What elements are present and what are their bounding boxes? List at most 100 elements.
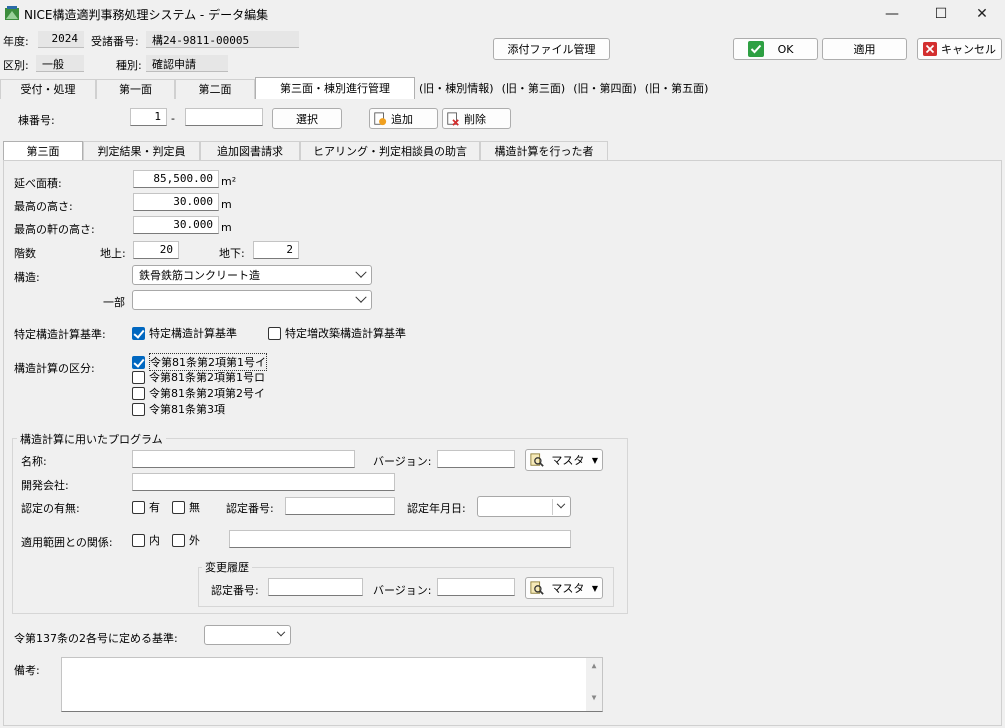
standard-opt1-checkbox[interactable]: 特定構造計算基準	[132, 325, 237, 341]
search-document-icon	[530, 581, 544, 595]
history-cert-label: 認定番号:	[211, 584, 259, 597]
tab-page1[interactable]: 第一面	[96, 79, 175, 99]
receipt-label: 受諸番号:	[91, 35, 139, 48]
tab-old-building-info[interactable]: (旧・棟別情報)	[415, 79, 498, 99]
subtab-additional-docs[interactable]: 追加図書請求	[200, 141, 300, 161]
floor-area-input[interactable]: 85,500.00	[133, 170, 219, 188]
max-height-label: 最高の高さ:	[14, 200, 73, 213]
scope-in-label: 内	[149, 534, 160, 547]
developer-input[interactable]	[132, 473, 395, 491]
article-dropdown[interactable]	[204, 625, 291, 645]
minimize-button[interactable]: —	[869, 0, 915, 28]
master-button[interactable]: マスタ ▼	[525, 449, 603, 471]
checkbox-icon	[132, 370, 145, 384]
certified-no-checkbox[interactable]: 無	[172, 499, 200, 515]
remarks-textarea[interactable]: ▲ ▼	[61, 657, 603, 712]
cert-number-input[interactable]	[285, 497, 395, 515]
select-button[interactable]: 選択	[272, 108, 342, 129]
checkbox-icon	[132, 533, 145, 547]
checkbox-checked-icon	[132, 355, 145, 369]
standard-opt2-checkbox[interactable]: 特定増改築構造計算基準	[268, 325, 406, 341]
eave-height-input[interactable]: 30.000	[133, 216, 219, 234]
history-cert-input[interactable]	[268, 578, 363, 596]
max-height-input[interactable]: 30.000	[133, 193, 219, 211]
dropdown-arrow-icon: ▼	[591, 455, 598, 465]
history-master-label: マスタ	[551, 582, 585, 595]
standard-opt2-label: 特定増改築構造計算基準	[285, 327, 406, 340]
history-version-input[interactable]	[437, 578, 515, 596]
certified-label: 認定の有無:	[21, 502, 80, 515]
ok-button[interactable]: OK	[733, 38, 818, 60]
attach-files-label: 添付ファイル管理	[507, 43, 596, 56]
tab-reception[interactable]: 受付・処理	[0, 79, 96, 99]
division-label: 区別:	[3, 59, 29, 72]
subtab-calculator[interactable]: 構造計算を行った者	[480, 141, 608, 161]
scope-in-checkbox[interactable]: 内	[132, 532, 160, 548]
program-version-input[interactable]	[437, 450, 515, 468]
floor-area-unit: m²	[221, 175, 237, 188]
cert-date-label: 認定年月日:	[407, 502, 466, 515]
calc-option-3[interactable]: 令第81条第2項第2号イ	[132, 385, 265, 401]
checkbox-icon	[132, 386, 145, 400]
apply-button[interactable]: 適用	[822, 38, 907, 60]
program-name-input[interactable]	[132, 450, 355, 468]
checkbox-checked-icon	[132, 326, 145, 340]
cancel-x-icon	[923, 42, 937, 56]
window-title: NICE構造適判事務処理システム - データ編集	[24, 8, 269, 22]
delete-button[interactable]: 削除	[442, 108, 511, 129]
check-icon	[747, 41, 764, 57]
part-dropdown[interactable]	[132, 290, 372, 310]
tab-page3-building[interactable]: 第三面・棟別進行管理	[255, 77, 415, 99]
below-ground-input[interactable]: 2	[253, 241, 299, 259]
tab-page2[interactable]: 第二面	[175, 79, 255, 99]
eave-height-label: 最高の軒の高さ:	[14, 223, 95, 236]
certified-yes-label: 有	[149, 501, 160, 514]
scroll-down-icon[interactable]: ▼	[586, 693, 602, 702]
building-dash: -	[171, 112, 175, 125]
structure-dropdown[interactable]: 鉄骨鉄筋コンクリート造	[132, 265, 372, 285]
certified-yes-checkbox[interactable]: 有	[132, 499, 160, 515]
scope-input[interactable]	[229, 530, 571, 548]
floors-label: 階数	[14, 247, 36, 260]
remarks-scrollbar[interactable]: ▲ ▼	[586, 658, 602, 711]
scope-out-checkbox[interactable]: 外	[172, 532, 200, 548]
ok-label: OK	[777, 42, 794, 56]
subtab-page3[interactable]: 第三面	[3, 141, 83, 161]
tab-old-page3[interactable]: (旧・第三面)	[498, 79, 570, 99]
subtab-hearing[interactable]: ヒアリング・判定相談員の助言	[300, 141, 480, 161]
cert-date-picker[interactable]	[477, 496, 571, 517]
building-number-input[interactable]: 1	[130, 108, 167, 126]
tab-old-page4[interactable]: (旧・第四面)	[569, 79, 641, 99]
close-button[interactable]: ✕	[959, 0, 1005, 28]
apply-label: 適用	[853, 43, 876, 56]
building-number-label: 棟番号:	[18, 114, 55, 127]
calc-option-2[interactable]: 令第81条第2項第1号ロ	[132, 369, 265, 385]
calc-option-4-label: 令第81条第3項	[149, 403, 225, 416]
program-group-label: 構造計算に用いたプログラム	[17, 431, 166, 447]
delete-document-icon	[447, 111, 459, 126]
tab-old-page5[interactable]: (旧・第五面)	[641, 79, 713, 99]
calc-option-4[interactable]: 令第81条第3項	[132, 401, 225, 417]
add-button[interactable]: 追加	[369, 108, 438, 129]
max-height-unit: m	[221, 198, 232, 211]
above-ground-input[interactable]: 20	[133, 241, 179, 259]
checkbox-icon	[172, 533, 185, 547]
chevron-down-icon	[552, 498, 568, 515]
scroll-up-icon[interactable]: ▲	[586, 661, 602, 670]
division-field: 一般	[36, 55, 84, 72]
building-sub-input[interactable]	[185, 108, 263, 126]
standard-opt1-label: 特定構造計算基準	[149, 327, 237, 340]
subtab-judgment[interactable]: 判定結果・判定員	[83, 141, 200, 161]
maximize-button[interactable]: ☐	[918, 0, 964, 28]
cancel-label: キャンセル	[941, 43, 996, 56]
cancel-button[interactable]: キャンセル	[917, 38, 1002, 60]
year-label: 年度:	[3, 35, 29, 48]
chevron-down-icon	[276, 627, 286, 637]
attach-files-button[interactable]: 添付ファイル管理	[493, 38, 610, 60]
year-field: 2024	[38, 31, 84, 48]
search-document-icon	[530, 453, 544, 467]
title-bar: NICE構造適判事務処理システム - データ編集 — ☐ ✕	[0, 0, 1005, 28]
select-label: 選択	[296, 112, 318, 126]
structure-label: 構造:	[14, 271, 40, 284]
history-master-button[interactable]: マスタ ▼	[525, 577, 603, 599]
